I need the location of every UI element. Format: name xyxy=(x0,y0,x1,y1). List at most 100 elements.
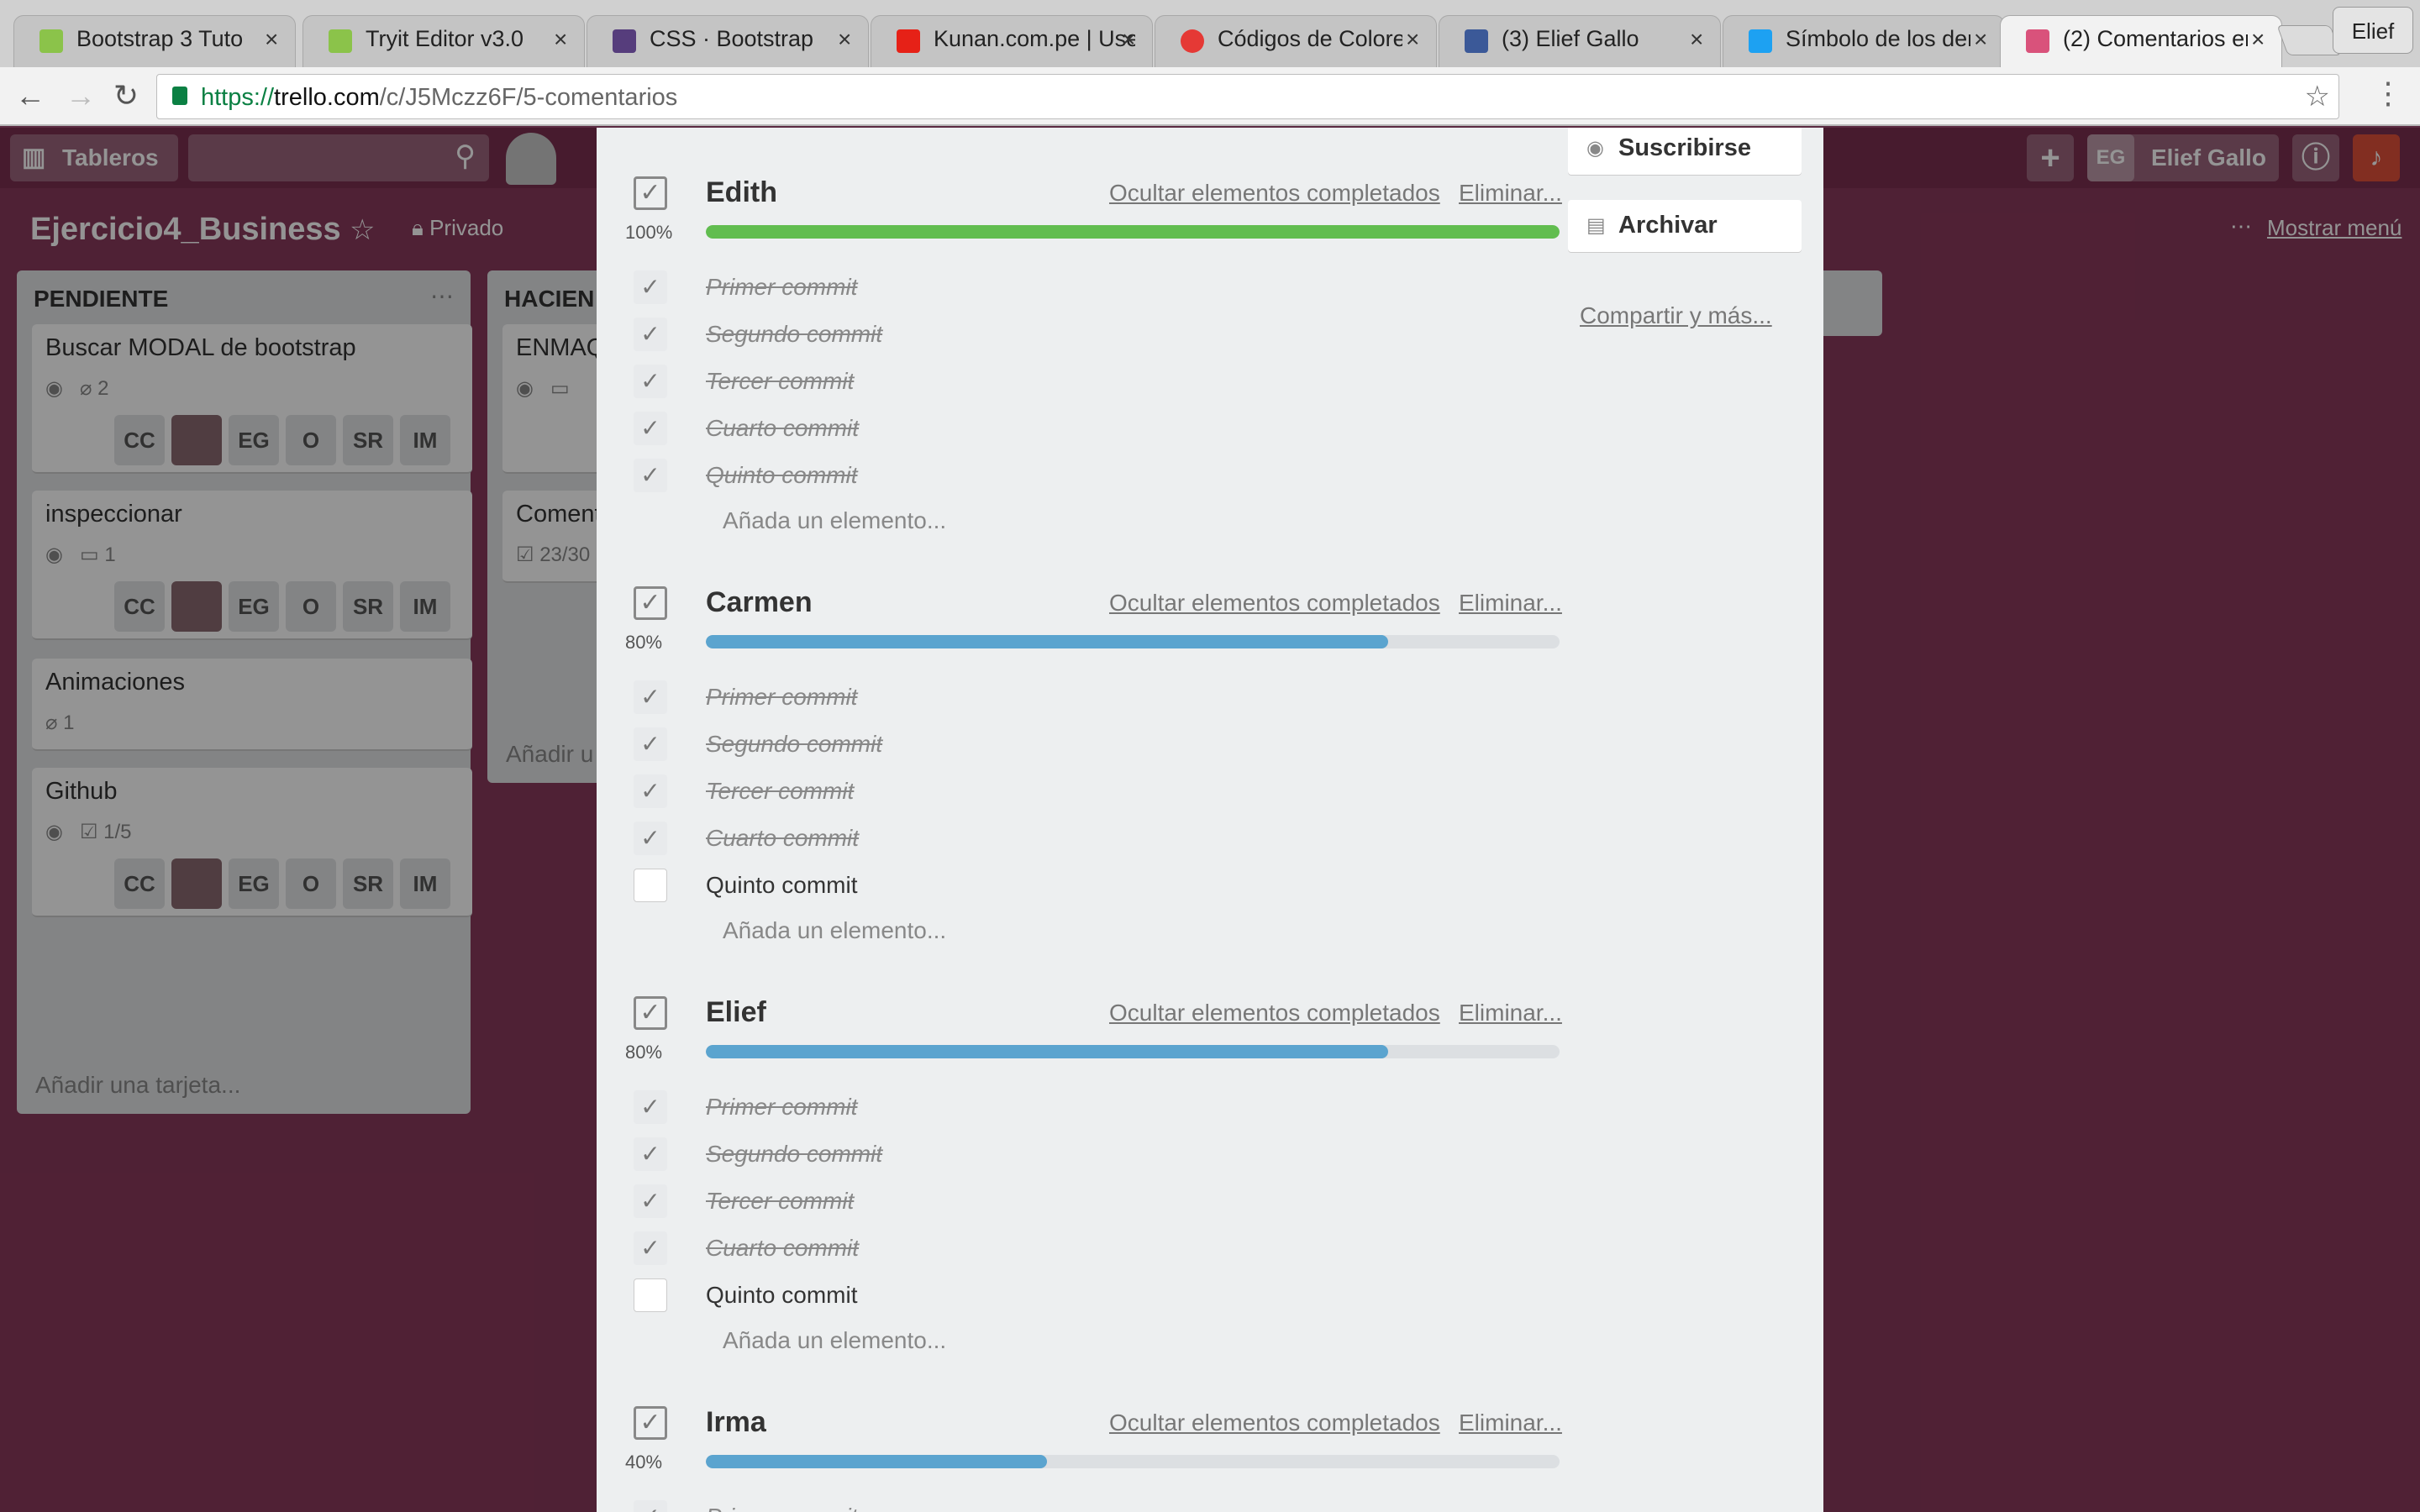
checklist-percent: 100% xyxy=(625,222,673,243)
forward-icon[interactable]: → xyxy=(62,77,99,114)
add-item-link[interactable]: Añada un elemento... xyxy=(723,507,946,534)
checklist-title[interactable]: Carmen xyxy=(706,586,813,619)
checkbox-unchecked[interactable] xyxy=(634,1278,667,1312)
checkbox-unchecked[interactable] xyxy=(634,869,667,902)
tab-title: Códigos de Colores xyxy=(1218,26,1402,51)
checkbox-checked-icon[interactable]: ✓ xyxy=(634,1090,667,1124)
tab-close-icon[interactable]: × xyxy=(838,26,851,53)
checklist-percent: 40% xyxy=(625,1452,663,1473)
tab-title: Tryit Editor v3.0 xyxy=(366,26,524,51)
hide-completed-link[interactable]: Ocultar elementos completados xyxy=(1109,590,1440,617)
address-toolbar: ← → ↻ https://trello.com/c/J5Mczz6F/5-co… xyxy=(0,67,2420,126)
delete-checklist-link[interactable]: Eliminar... xyxy=(1459,1410,1562,1436)
subscribe-button[interactable]: ◉ Suscribirse xyxy=(1568,128,1802,175)
checkbox-checked-icon[interactable]: ✓ xyxy=(634,412,667,445)
progress-fill xyxy=(706,635,1388,648)
url-host: trello.com xyxy=(274,84,380,111)
tab-close-icon[interactable]: × xyxy=(2251,26,2265,53)
profile-button[interactable]: Elief xyxy=(2333,7,2413,54)
browser-tab[interactable]: Tryit Editor v3.0 × xyxy=(302,15,585,67)
browser-tab-active[interactable]: (2) Comentarios en × xyxy=(2000,15,2282,67)
browser-tab-bar: Bootstrap 3 Tutoria × Tryit Editor v3.0 … xyxy=(0,0,2420,67)
delete-checklist-link[interactable]: Eliminar... xyxy=(1459,1000,1562,1026)
tab-close-icon[interactable]: × xyxy=(1690,26,1703,53)
checkbox-checked-icon[interactable]: ✓ xyxy=(634,318,667,351)
url-text: https://trello.com/c/J5Mczz6F/5-comentar… xyxy=(201,84,677,112)
checkbox-checked-icon[interactable]: ✓ xyxy=(634,1500,667,1512)
checklist-progress-bar xyxy=(706,1455,1560,1468)
checklist-icon: ✓ xyxy=(634,996,667,1030)
subscribe-label: Suscribirse xyxy=(1618,134,1751,161)
browser-tab[interactable]: CSS · Bootstrap × xyxy=(587,15,869,67)
delete-checklist-link[interactable]: Eliminar... xyxy=(1459,180,1562,207)
checklist-title[interactable]: Elief xyxy=(706,996,766,1029)
checklist-item-label: Quinto commit xyxy=(706,462,858,488)
tab-favicon-icon xyxy=(1749,29,1772,53)
add-item-link[interactable]: Añada un elemento... xyxy=(723,1327,946,1354)
progress-fill xyxy=(706,1045,1388,1058)
tab-close-icon[interactable]: × xyxy=(1122,26,1135,53)
checkbox-checked-icon[interactable]: ✓ xyxy=(634,365,667,398)
checklist-icon: ✓ xyxy=(634,1406,667,1440)
progress-fill xyxy=(706,1455,1047,1468)
tab-favicon-icon xyxy=(613,29,636,53)
back-icon[interactable]: ← xyxy=(12,77,49,114)
tab-favicon-icon xyxy=(329,29,352,53)
checklist-item-label: Segundo commit xyxy=(706,321,883,347)
archive-button[interactable]: ▤ Archivar xyxy=(1568,200,1802,252)
checklist-item-label: Cuarto commit xyxy=(706,825,860,851)
tab-title: CSS · Bootstrap xyxy=(650,26,814,51)
url-protocol: https:// xyxy=(201,84,275,111)
browser-tab[interactable]: Símbolo de los dere × xyxy=(1723,15,2005,67)
checklist-item-label: Primer commit xyxy=(706,684,858,710)
checklist-title[interactable]: Edith xyxy=(706,176,777,209)
tab-close-icon[interactable]: × xyxy=(1406,26,1419,53)
tab-favicon-icon xyxy=(39,29,63,53)
checklist-title[interactable]: Irma xyxy=(706,1406,766,1439)
reload-icon[interactable]: ↻ xyxy=(108,77,145,114)
checkbox-checked-icon[interactable]: ✓ xyxy=(634,822,667,855)
checklist-icon: ✓ xyxy=(634,176,667,210)
checklist-item-label: Primer commit xyxy=(706,274,858,300)
archive-label: Archivar xyxy=(1618,212,1718,239)
checkbox-checked-icon[interactable]: ✓ xyxy=(634,459,667,492)
checklist-item-label: Quinto commit xyxy=(706,872,858,898)
eye-icon: ◉ xyxy=(1586,137,1604,160)
checklist-progress-bar xyxy=(706,225,1560,239)
archive-icon: ▤ xyxy=(1586,214,1606,237)
checkbox-checked-icon[interactable]: ✓ xyxy=(634,727,667,761)
browser-tab[interactable]: Códigos de Colores × xyxy=(1155,15,1437,67)
checklist-progress-bar xyxy=(706,1045,1560,1058)
checkbox-checked-icon[interactable]: ✓ xyxy=(634,1137,667,1171)
checkbox-checked-icon[interactable]: ✓ xyxy=(634,1184,667,1218)
checklist-item-label: Tercer commit xyxy=(706,1188,855,1214)
checklist-progress-bar xyxy=(706,635,1560,648)
tab-title: (3) Elief Gallo xyxy=(1502,26,1639,51)
checklist-item-label: Primer commit xyxy=(706,1504,857,1512)
tab-close-icon[interactable]: × xyxy=(1974,26,1987,53)
hide-completed-link[interactable]: Ocultar elementos completados xyxy=(1109,1000,1440,1026)
add-item-link[interactable]: Añada un elemento... xyxy=(723,917,946,944)
checkbox-checked-icon[interactable]: ✓ xyxy=(634,1231,667,1265)
browser-menu-icon[interactable]: ⋮ xyxy=(2373,76,2403,111)
url-field[interactable]: https://trello.com/c/J5Mczz6F/5-comentar… xyxy=(156,74,2339,119)
share-and-more-link[interactable]: Compartir y más... xyxy=(1580,302,1772,329)
checklist-percent: 80% xyxy=(625,632,663,653)
browser-tab[interactable]: Bootstrap 3 Tutoria × xyxy=(13,15,296,67)
browser-tab[interactable]: Kunan.com.pe | Use × xyxy=(871,15,1153,67)
bookmark-star-icon[interactable]: ☆ xyxy=(2305,80,2330,113)
tab-close-icon[interactable]: × xyxy=(265,26,278,53)
tab-close-icon[interactable]: × xyxy=(554,26,567,53)
hide-completed-link[interactable]: Ocultar elementos completados xyxy=(1109,1410,1440,1436)
checkbox-checked-icon[interactable]: ✓ xyxy=(634,774,667,808)
checkbox-checked-icon[interactable]: ✓ xyxy=(634,270,667,304)
checkbox-checked-icon[interactable]: ✓ xyxy=(634,680,667,714)
checklist-item-label: Segundo commit xyxy=(706,731,883,757)
new-tab-button[interactable] xyxy=(2276,25,2342,55)
tab-title: (2) Comentarios en xyxy=(2063,26,2248,51)
delete-checklist-link[interactable]: Eliminar... xyxy=(1459,590,1562,617)
browser-tab[interactable]: (3) Elief Gallo × xyxy=(1439,15,1721,67)
hide-completed-link[interactable]: Ocultar elementos completados xyxy=(1109,180,1440,207)
tab-favicon-icon xyxy=(2026,29,2049,53)
progress-fill xyxy=(706,225,1560,239)
